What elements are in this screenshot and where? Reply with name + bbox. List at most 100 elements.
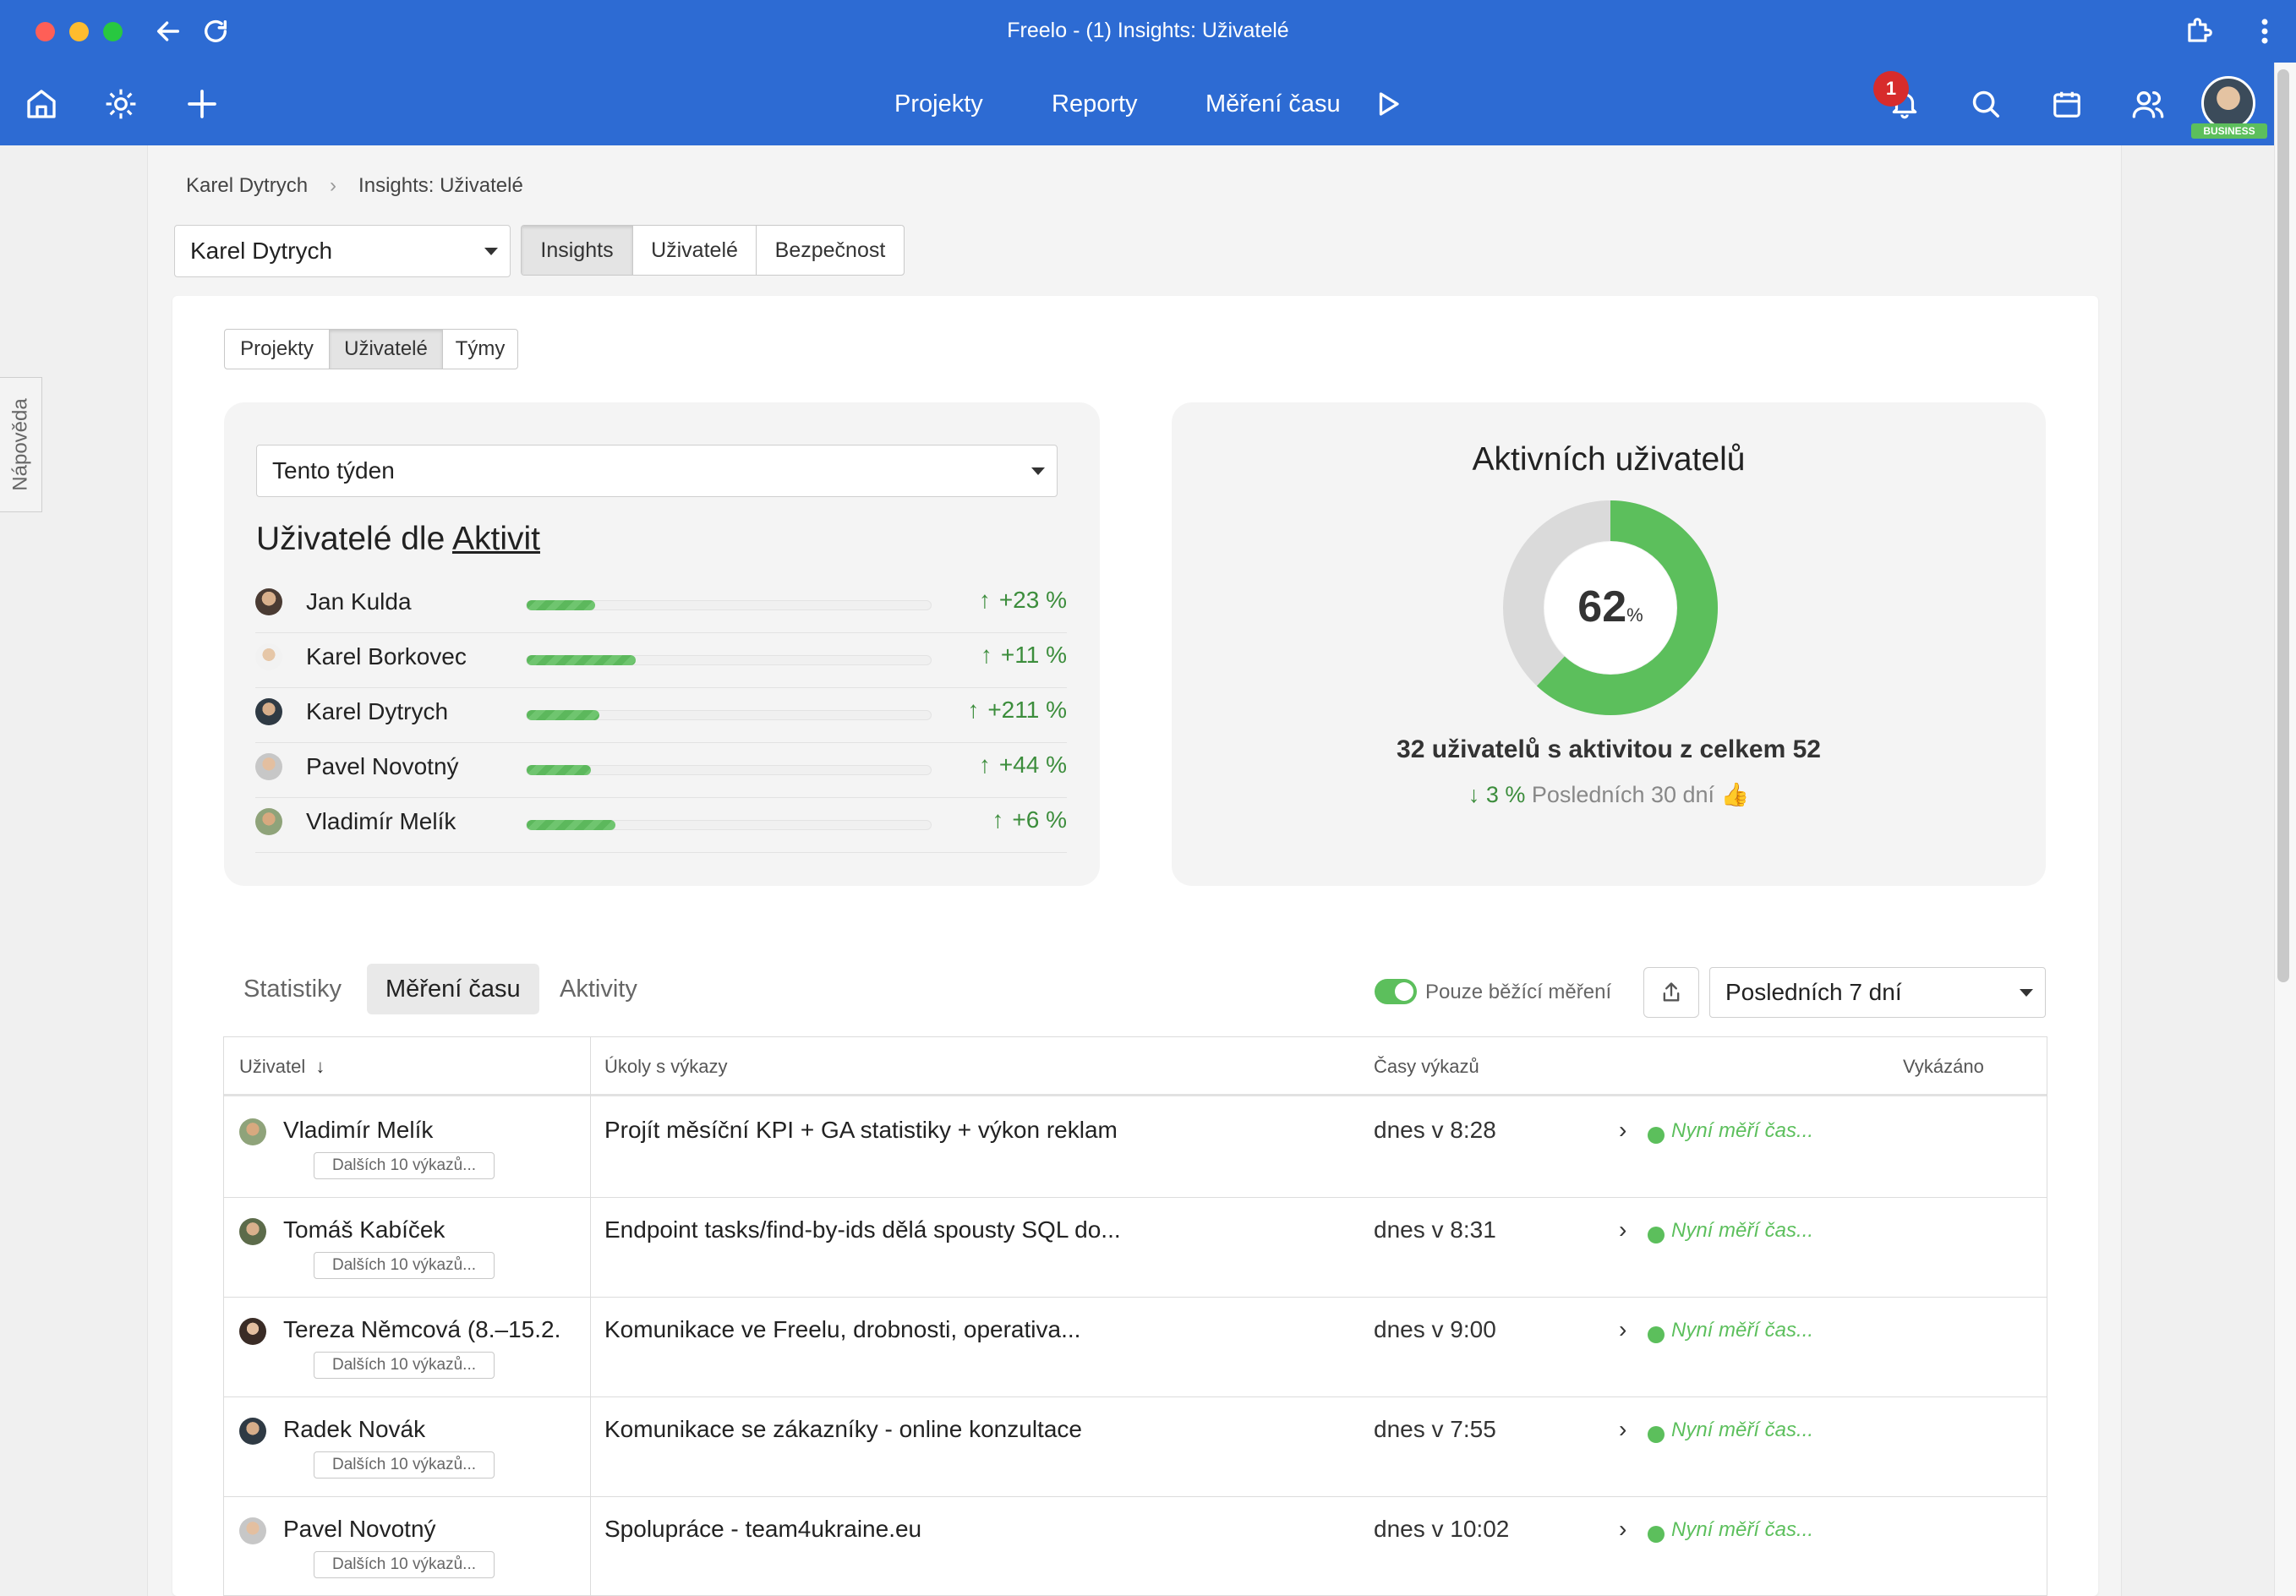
create-button[interactable] [183,85,221,123]
user-name: Vladimír Melík [306,808,456,834]
more-vertical-icon[interactable] [2252,15,2277,47]
tab-activities[interactable]: Aktivity [541,964,656,1014]
avatar [239,1418,266,1445]
sort-down-icon: ↓ [315,1056,325,1077]
row-status: Nyní měří čas... [1671,1418,1814,1441]
home-button[interactable] [22,85,61,123]
user-activity-row[interactable]: Karel Borkovec ↑ +11 % [255,633,1067,688]
table-row[interactable]: Tereza Němcová (8.–15.2. Dalších 10 výkaz… [224,1298,2047,1397]
chevron-right-icon[interactable]: › [1619,1117,1626,1144]
running-status-dot [1648,1526,1665,1543]
nav-time-tracking-link[interactable]: Měření času [1205,90,1341,118]
search-button[interactable] [1966,85,2005,123]
help-tab[interactable]: Nápověda [0,377,42,512]
header-reported: Vykázáno [1903,1056,1984,1077]
row-user-name[interactable]: Pavel Novotný [283,1516,588,1543]
row-user-name[interactable]: Tomáš Kabíček [283,1216,588,1243]
activity-metric-link[interactable]: Aktivit [452,521,540,557]
export-button[interactable] [1643,967,1699,1018]
chevron-right-icon: › [330,174,337,197]
thumbs-up-icon: 👍 [1720,782,1750,807]
page-scrollbar-thumb[interactable] [2277,69,2289,982]
start-timer-button[interactable] [1368,85,1407,123]
activity-bar [526,600,932,610]
table-row[interactable]: Pavel Novotný Dalších 10 výkazů... Spolupr… [224,1497,2047,1595]
running-status-dot [1648,1127,1665,1144]
tab-security[interactable]: Bezpečnost [757,226,904,275]
chevron-right-icon[interactable]: › [1619,1516,1626,1543]
activity-change: ↑ +6 % [992,806,1067,834]
avatar [255,643,282,670]
period-select[interactable]: Tento týden [256,445,1058,497]
subtab-teams[interactable]: Týmy [443,330,517,369]
tab-statistics[interactable]: Statistiky [225,964,360,1014]
row-time: dnes v 8:28 [1374,1117,1496,1143]
avatar [255,808,282,835]
range-select[interactable]: Posledních 7 dní [1709,967,2046,1018]
activity-bar [526,710,932,720]
breadcrumb: Karel Dytrych › Insights: Uživatelé [186,174,523,198]
row-time: dnes v 10:02 [1374,1516,1510,1542]
breadcrumb-account[interactable]: Karel Dytrych [186,174,308,198]
more-entries-button[interactable]: Dalších 10 výkazů... [314,1252,495,1279]
table-row[interactable]: Tomáš Kabíček Dalších 10 výkazů... Endpoin… [224,1198,2047,1298]
table-row[interactable]: Radek Novák Dalších 10 výkazů... Komunikac… [224,1397,2047,1497]
chevron-right-icon[interactable]: › [1619,1416,1626,1443]
row-task-name[interactable]: Komunikace se zákazníky - online konzult… [604,1416,1082,1443]
running-status-dot [1648,1426,1665,1443]
nav-projects-link[interactable]: Projekty [894,90,983,118]
activity-change: ↑ +44 % [979,752,1067,779]
row-task-name[interactable]: Komunikace ve Freelu, drobnosti, operati… [604,1316,1080,1343]
subtab-users[interactable]: Uživatelé [330,330,443,369]
tab-time-tracking[interactable]: Měření času [367,964,539,1014]
tab-insights[interactable]: Insights [522,226,633,275]
app-navbar: Projekty Reporty Měření času 1 BUSINESS [0,63,2296,145]
gear-icon [106,89,136,119]
activity-change-value: +211 % [987,697,1067,723]
table-row[interactable]: Vladimír Melík Dalších 10 výkazů... Projít… [224,1098,2047,1198]
row-task-name[interactable]: Spolupráce - team4ukraine.eu [604,1516,921,1543]
tab-users[interactable]: Uživatelé [633,226,757,275]
active-users-summary: 32 uživatelů s aktivitou z celkem 52 [1397,735,1821,763]
row-user-name[interactable]: Vladimír Melík [283,1117,588,1144]
breadcrumb-current: Insights: Uživatelé [358,174,523,197]
caret-down-icon [2020,989,2033,997]
row-task-name[interactable]: Endpoint tasks/find-by-ids dělá spousty … [604,1216,1121,1243]
nav-reports-link[interactable]: Reporty [1052,90,1138,118]
more-entries-button[interactable]: Dalších 10 výkazů... [314,1352,495,1379]
user-activity-row[interactable]: Karel Dytrych ↑ +211 % [255,688,1067,743]
user-activity-row[interactable]: Jan Kulda ↑ +23 % [255,578,1067,633]
chevron-right-icon[interactable]: › [1619,1216,1626,1243]
activity-bar [526,820,932,830]
activity-bar-fill [527,765,592,775]
user-activity-row[interactable]: Pavel Novotný ↑ +44 % [255,743,1067,798]
caret-down-icon [484,248,498,255]
row-user-name[interactable]: Tereza Němcová (8.–15.2. [283,1316,588,1343]
user-activity-row[interactable]: Vladimír Melík ↑ +6 % [255,798,1067,853]
extensions-icon[interactable] [2183,15,2215,47]
account-select[interactable]: Karel Dytrych [174,225,511,277]
header-user[interactable]: Uživatel ↓ [239,1056,325,1078]
activity-title-prefix: Uživatelé dle [256,521,452,557]
more-entries-button[interactable]: Dalších 10 výkazů... [314,1551,495,1578]
row-status: Nyní měří čas... [1671,1319,1814,1342]
row-task-name[interactable]: Projít měsíční KPI + GA statistiky + výk… [604,1117,1118,1144]
more-entries-button[interactable]: Dalších 10 výkazů... [314,1152,495,1179]
row-user-name[interactable]: Radek Novák [283,1416,588,1443]
help-tab-label: Nápověda [8,398,32,491]
subtab-projects[interactable]: Projekty [225,330,330,369]
activity-change-value: +23 % [998,587,1067,613]
header-times: Časy výkazů [1374,1056,1479,1077]
activity-bar [526,655,932,665]
period-select-value: Tento týden [272,457,395,484]
calendar-button[interactable] [2047,85,2086,123]
running-only-toggle[interactable] [1375,979,1417,1004]
more-entries-button[interactable]: Dalších 10 výkazů... [314,1451,495,1478]
active-users-percent-unit: % [1626,604,1643,626]
users-button[interactable] [2129,85,2168,123]
avatar [255,588,282,615]
settings-button[interactable] [101,85,140,123]
chevron-right-icon[interactable]: › [1619,1316,1626,1343]
active-users-trend: ↓ 3 % Posledních 30 dní 👍 [1172,781,2046,808]
user-avatar[interactable] [2201,76,2255,130]
